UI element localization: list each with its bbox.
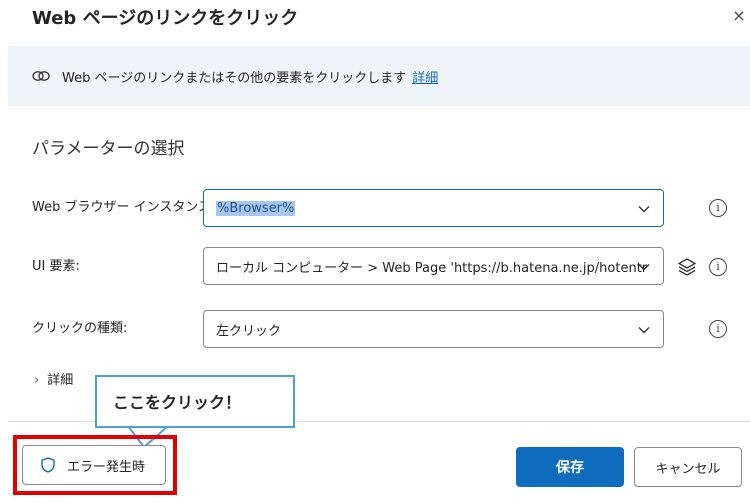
click-type-select[interactable]: 左クリック	[203, 310, 664, 348]
browser-instance-label: Web ブラウザー インスタンス:	[32, 200, 216, 215]
info-icon[interactable]: i	[709, 320, 727, 338]
chevron-down-icon	[638, 327, 650, 334]
click-type-value: 左クリック	[216, 323, 282, 339]
info-icon[interactable]: i	[709, 258, 727, 276]
cancel-button[interactable]: キャンセル	[634, 447, 742, 487]
browser-instance-value: %Browser%	[216, 200, 296, 216]
ui-element-select[interactable]: ローカル コンピューター > Web Page 'https://b.haten…	[203, 247, 664, 285]
save-button[interactable]: 保存	[516, 447, 624, 487]
on-error-button[interactable]: エラー発生時	[22, 445, 166, 485]
details-toggle-label: 詳細	[47, 373, 74, 388]
info-banner: Web ページのリンクまたはその他の要素をクリックします 詳細	[8, 46, 750, 106]
section-title: パラメーターの選択	[32, 139, 185, 159]
annotation-callout: ここをクリック！	[95, 375, 295, 428]
shield-icon	[41, 457, 55, 473]
chevron-right-icon: ›	[34, 373, 40, 388]
info-banner-text: Web ページのリンクまたはその他の要素をクリックします	[62, 70, 407, 86]
learn-more-link[interactable]: 詳細	[412, 67, 438, 86]
layers-icon[interactable]	[676, 256, 698, 278]
link-icon	[32, 71, 50, 81]
ui-element-value: ローカル コンピューター > Web Page 'https://b.haten…	[216, 260, 648, 276]
close-icon[interactable]: ×	[729, 6, 749, 26]
click-type-label: クリックの種類:	[32, 321, 128, 336]
on-error-button-label: エラー発生時	[67, 459, 146, 475]
details-toggle[interactable]: › 詳細	[34, 371, 73, 391]
info-icon[interactable]: i	[709, 199, 727, 217]
dialog-title: Web ページのリンクをクリック	[32, 8, 299, 29]
chevron-down-icon	[638, 206, 650, 213]
browser-instance-select[interactable]: %Browser%	[203, 189, 664, 227]
chevron-down-icon	[638, 264, 650, 271]
ui-element-label: UI 要素:	[32, 259, 80, 274]
